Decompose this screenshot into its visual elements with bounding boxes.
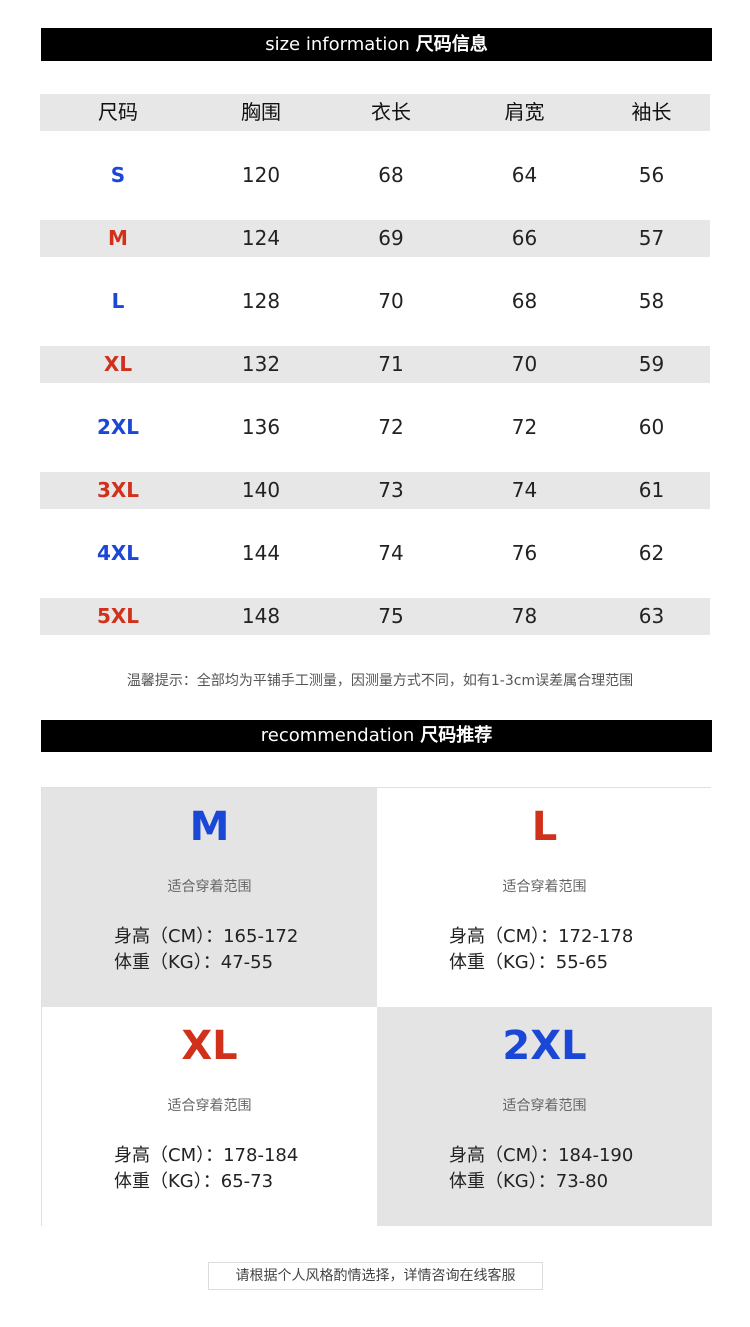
cell-length: 73: [378, 478, 404, 502]
header-chest: 胸围: [241, 100, 281, 124]
cell-chest: 124: [241, 226, 281, 250]
cell-shoulder: 64: [511, 163, 538, 187]
recommend-card-xl: XL 适合穿着范围 身高（CM）：178-184 体重（KG）：65-73: [42, 1007, 377, 1226]
cell-size: 5XL: [96, 604, 140, 628]
cell-size: M: [108, 226, 128, 250]
table-row: XL 132 71 70 59: [40, 320, 710, 383]
cell-size: S: [110, 163, 126, 187]
table-row: L 128 70 68 58: [40, 257, 710, 320]
cell-sleeve: 57: [638, 226, 665, 250]
fit-range-label: 适合穿着范围: [502, 1098, 587, 1114]
recommend-card-l: L 适合穿着范围 身高（CM）：172-178 体重（KG）：55-65: [377, 788, 712, 1007]
cell-shoulder: 74: [511, 478, 538, 502]
table-body: S 120 68 64 56 M 124 69 66 57 L 128 70 68 58 XL 132 71 70 5…: [40, 131, 710, 635]
cell-shoulder: 70: [511, 352, 538, 376]
recommend-size: XL: [181, 1023, 238, 1069]
weight-range: 体重（KG）：55-65: [449, 952, 609, 973]
header-sleeve: 袖长: [631, 100, 672, 124]
cell-chest: 128: [241, 289, 281, 313]
body-measurements: 身高（CM）：178-184 体重（KG）：65-73: [114, 1143, 298, 1195]
cell-sleeve: 60: [638, 415, 665, 439]
fit-range-label: 适合穿着范围: [167, 879, 252, 895]
cell-size: XL: [103, 352, 133, 376]
weight-range: 体重（KG）：65-73: [114, 1171, 274, 1192]
measurement-tip: 温馨提示：全部均为平铺手工测量，因测量方式不同，如有1-3cm误差属合理范围: [126, 673, 634, 689]
recommendation-title-en: recommendation: [260, 725, 415, 746]
cell-sleeve: 56: [638, 163, 665, 187]
weight-range: 体重（KG）：73-80: [449, 1171, 609, 1192]
cell-length: 71: [378, 352, 404, 376]
cell-chest: 140: [241, 478, 281, 502]
table-row: 2XL 136 72 72 60: [40, 383, 710, 446]
table-row: S 120 68 64 56: [40, 131, 710, 194]
cell-shoulder: 66: [511, 226, 538, 250]
cell-length: 68: [378, 163, 404, 187]
recommend-card-2xl: 2XL 适合穿着范围 身高（CM）：184-190 体重（KG）：73-80: [377, 1007, 712, 1226]
consult-note: 请根据个人风格酌情选择，详情咨询在线客服: [208, 1262, 543, 1290]
height-range: 身高（CM）：172-178: [449, 926, 634, 947]
recommend-size: 2XL: [502, 1023, 587, 1069]
table-row: 3XL 140 73 74 61: [40, 446, 710, 509]
recommend-size: M: [189, 804, 230, 850]
cell-size: 2XL: [96, 415, 140, 439]
cell-length: 70: [378, 289, 404, 313]
cell-shoulder: 72: [511, 415, 538, 439]
cell-chest: 144: [241, 541, 281, 565]
cell-shoulder: 76: [511, 541, 538, 565]
header-shoulder: 肩宽: [504, 100, 545, 124]
size-information-title-en: size information: [265, 34, 410, 55]
fit-range-label: 适合穿着范围: [167, 1098, 252, 1114]
cell-length: 74: [378, 541, 404, 565]
size-information-header: size information 尺码信息: [41, 28, 712, 61]
cell-length: 69: [378, 226, 404, 250]
cell-length: 72: [378, 415, 404, 439]
cell-size: 3XL: [96, 478, 140, 502]
height-range: 身高（CM）：165-172: [114, 926, 299, 947]
cell-sleeve: 59: [638, 352, 665, 376]
body-measurements: 身高（CM）：184-190 体重（KG）：73-80: [449, 1143, 633, 1195]
height-range: 身高（CM）：178-184: [114, 1145, 299, 1166]
cell-size: L: [111, 289, 125, 313]
cell-chest: 132: [241, 352, 281, 376]
recommendation-title-zh: 尺码推荐: [420, 725, 493, 746]
fit-range-label: 适合穿着范围: [502, 879, 587, 895]
cell-sleeve: 63: [638, 604, 665, 628]
recommend-size: L: [531, 804, 558, 850]
size-information-title-zh: 尺码信息: [415, 34, 488, 55]
cell-chest: 136: [241, 415, 281, 439]
table-header-row: 尺码 胸围 衣长 肩宽 袖长: [40, 94, 710, 131]
cell-length: 75: [378, 604, 404, 628]
weight-range: 体重（KG）：47-55: [114, 952, 274, 973]
height-range: 身高（CM）：184-190: [449, 1145, 634, 1166]
cell-sleeve: 58: [638, 289, 665, 313]
header-size: 尺码: [98, 100, 138, 124]
cell-sleeve: 61: [638, 478, 665, 502]
header-length: 衣长: [371, 100, 411, 124]
recommendation-header: recommendation 尺码推荐: [41, 720, 712, 752]
body-measurements: 身高（CM）：172-178 体重（KG）：55-65: [449, 924, 633, 976]
table-row: M 124 69 66 57: [40, 194, 710, 257]
table-row: 5XL 148 75 78 63: [40, 572, 710, 635]
body-measurements: 身高（CM）：165-172 体重（KG）：47-55: [114, 924, 298, 976]
cell-chest: 120: [241, 163, 281, 187]
recommend-card-m: M 适合穿着范围 身高（CM）：165-172 体重（KG）：47-55: [42, 788, 377, 1007]
size-table: 尺码 胸围 衣长 肩宽 袖长 S 120 68 64 56 M 124 69 66 57 L 128 7…: [40, 94, 710, 635]
cell-size: 4XL: [96, 541, 140, 565]
table-row: 4XL 144 74 76 62: [40, 509, 710, 572]
cell-sleeve: 62: [638, 541, 665, 565]
cell-shoulder: 78: [511, 604, 538, 628]
cell-shoulder: 68: [511, 289, 538, 313]
cell-chest: 148: [241, 604, 281, 628]
recommendation-grid: M 适合穿着范围 身高（CM）：165-172 体重（KG）：47-55 L 适…: [41, 787, 712, 1226]
